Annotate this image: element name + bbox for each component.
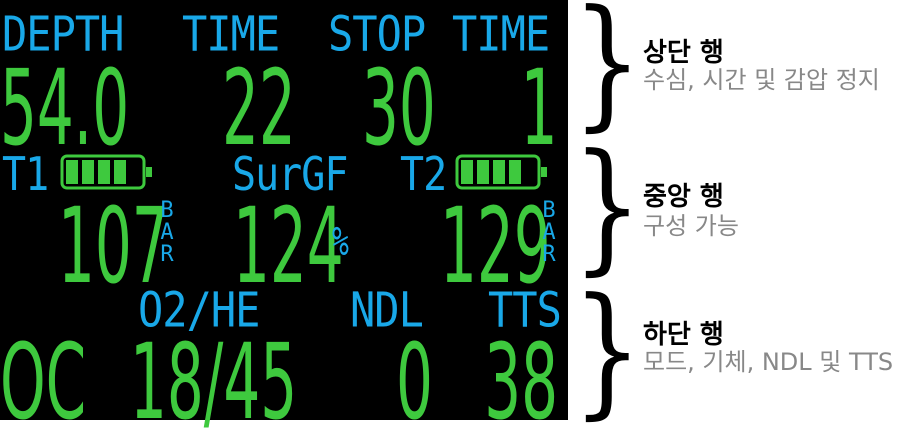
top-row-brace: } xyxy=(572,0,643,145)
bottom-row-title: 하단 행 xyxy=(643,320,724,350)
middle-row-brace: } xyxy=(572,124,643,289)
battery-cell xyxy=(477,160,489,184)
battery-cell xyxy=(493,160,505,184)
ndl-value: 0 xyxy=(396,321,433,443)
middle-row-description: 구성 가능 xyxy=(643,212,739,240)
gas-value: 18/45 xyxy=(130,321,298,443)
battery-cell xyxy=(461,160,473,184)
bottom-row-description: 모드, 기체, NDL 및 TTS xyxy=(643,348,894,376)
tts-value: 38 xyxy=(484,321,558,443)
battery-cell xyxy=(98,160,110,184)
battery-cell xyxy=(66,160,78,184)
dive-computer-screen: DEPTH TIME STOP TIME 54.0 22 30 1 T1 Sur… xyxy=(0,0,568,434)
stop-time-value: 1 xyxy=(521,47,558,169)
t1-label: T1 xyxy=(2,148,49,202)
middle-row-title: 중앙 행 xyxy=(643,182,724,212)
battery-cell xyxy=(509,160,521,184)
top-row-description: 수심, 시간 및 감압 정지 xyxy=(643,66,880,94)
t2-pressure-unit: B A R xyxy=(542,198,556,267)
time-value: 22 xyxy=(222,47,296,169)
battery-cell xyxy=(82,160,94,184)
surgf-unit: % xyxy=(332,219,349,265)
stop-depth-value: 30 xyxy=(362,47,436,169)
t1-pressure-unit: B A R xyxy=(160,198,174,267)
top-row-title: 상단 행 xyxy=(643,38,724,68)
mode-value: OC xyxy=(0,321,87,443)
depth-value: 54.0 xyxy=(0,47,130,169)
bottom-row-brace: } xyxy=(572,268,643,433)
battery-cell xyxy=(114,160,126,184)
